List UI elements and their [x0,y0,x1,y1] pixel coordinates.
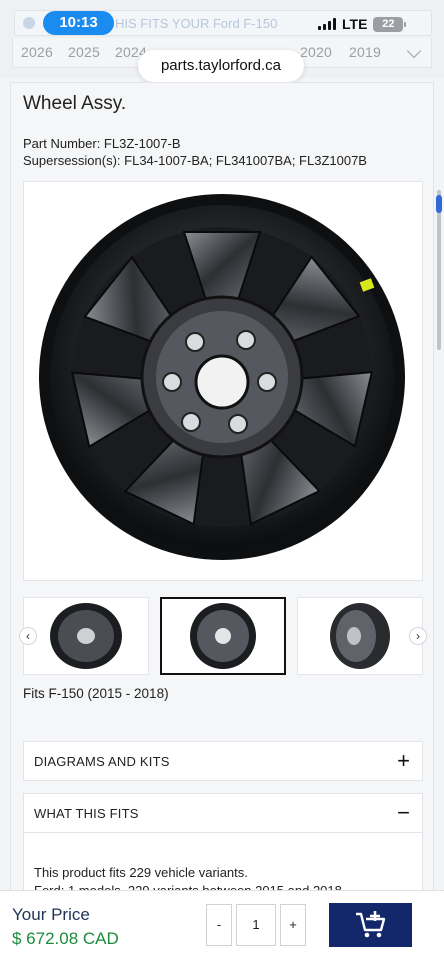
accordion-label: WHAT THIS FITS [34,806,139,821]
url-bar[interactable]: parts.taylorford.ca [138,50,304,82]
main-product-image[interactable] [23,181,423,581]
add-to-cart-button[interactable] [329,903,412,947]
wheel-thumbnail-side [330,603,390,669]
status-time: 10:13 [43,11,114,35]
chevron-right-icon: › [416,629,420,643]
signal-icon [318,18,336,30]
cart-plus-icon [355,911,385,938]
fits-banner-text: HIS FITS YOUR Ford F-150 [115,16,278,31]
product-title: Wheel Assy. [23,93,127,114]
wheel-thumbnail-angled [50,603,122,669]
accordion-what-this-fits[interactable]: WHAT THIS FITS − [23,793,423,833]
plus-icon[interactable]: + [397,748,410,774]
price-value: $ 672.08 CAD [12,929,119,948]
increase-quantity-button[interactable]: + [280,904,306,946]
battery-icon: 22 [373,16,407,32]
minus-icon[interactable]: − [397,800,410,826]
your-price-label: Your Price [12,905,90,924]
thumbnail-strip: ‹ › [11,597,435,677]
page-scrollbar[interactable] [437,190,441,350]
vehicle-dot-icon [23,17,35,29]
gallery-next-button[interactable]: › [409,627,427,645]
year-2020[interactable]: 2020 [300,44,332,60]
thumbnail-1[interactable] [23,597,149,675]
thumbnail-2-selected[interactable] [160,597,286,675]
year-2019[interactable]: 2019 [349,44,381,60]
part-number: Part Number: FL3Z-1007-B [23,136,181,151]
thumbnail-3[interactable] [297,597,423,675]
product-card: Wheel Assy. Part Number: FL3Z-1007-B Sup… [10,82,435,898]
decrease-quantity-button[interactable]: - [206,904,232,946]
chevron-left-icon: ‹ [26,629,30,643]
fits-summary: This product fits 229 vehicle variants. [34,865,248,880]
wheel-thumbnail-front [190,603,256,669]
wheel-image [39,194,405,560]
gallery-prev-button[interactable]: ‹ [19,627,37,645]
year-2026[interactable]: 2026 [21,44,53,60]
accordion-diagrams-and-kits[interactable]: DIAGRAMS AND KITS + [23,741,423,781]
what-this-fits-content: This product fits 229 vehicle variants. … [23,833,423,898]
quantity-stepper: - 1 + [206,904,306,946]
network-type: LTE [342,16,368,32]
supersession: Supersession(s): FL34-1007-BA; FL341007B… [23,153,367,168]
status-indicators: LTE 22 [318,14,407,34]
quantity-input[interactable]: 1 [236,904,276,946]
year-2025[interactable]: 2025 [68,44,100,60]
fits-vehicle-text: Fits F-150 (2015 - 2018) [23,686,169,701]
accordion-label: DIAGRAMS AND KITS [34,754,170,769]
chevron-down-icon[interactable] [406,43,422,59]
purchase-bar: Your Price $ 672.08 CAD - 1 + [0,890,444,960]
scrollbar-handle[interactable] [436,195,442,213]
